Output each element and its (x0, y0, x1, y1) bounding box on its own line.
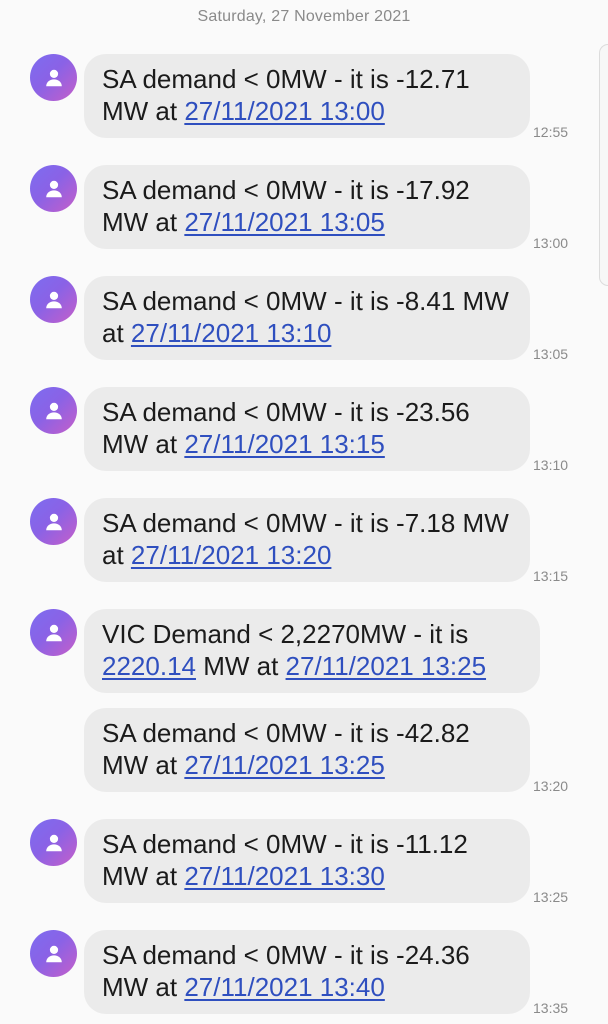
message-bubble[interactable]: VIC Demand < 2,2270MW - it is 2220.14 MW… (84, 609, 540, 693)
datetime-link[interactable]: 27/11/2021 13:30 (184, 861, 384, 891)
message-time: 13:00 (533, 235, 569, 251)
person-icon (45, 834, 62, 851)
message-time: 13:15 (533, 568, 569, 584)
message-bubble[interactable]: SA demand < 0MW - it is -7.18 MW at 27/1… (84, 498, 530, 582)
message-bubble[interactable]: SA demand < 0MW - it is -8.41 MW at 27/1… (84, 276, 530, 360)
person-icon (45, 624, 62, 641)
person-icon (45, 180, 62, 197)
message-bubble[interactable]: SA demand < 0MW - it is -12.71 MW at 27/… (84, 54, 530, 138)
message-row: SA demand < 0MW - it is -24.36 MW at 27/… (0, 930, 608, 1016)
contact-avatar[interactable] (30, 819, 77, 866)
contact-avatar[interactable] (30, 930, 77, 977)
message-text: VIC Demand < 2,2270MW - it is (102, 619, 469, 649)
message-row: SA demand < 0MW - it is -12.71 MW at 27/… (0, 54, 608, 140)
message-row: SA demand < 0MW - it is -7.18 MW at 27/1… (0, 498, 608, 584)
message-bubble[interactable]: SA demand < 0MW - it is -23.56 MW at 27/… (84, 387, 530, 471)
message-time: 13:20 (533, 778, 569, 794)
message-time: 12:55 (533, 124, 569, 140)
message-bubble[interactable]: SA demand < 0MW - it is -24.36 MW at 27/… (84, 930, 530, 1014)
message-list: SA demand < 0MW - it is -12.71 MW at 27/… (0, 54, 608, 1024)
contact-avatar[interactable] (30, 387, 77, 434)
message-row: SA demand < 0MW - it is -23.56 MW at 27/… (0, 387, 608, 473)
contact-avatar[interactable] (30, 609, 77, 656)
person-icon (45, 402, 62, 419)
message-row: SA demand < 0MW - it is -8.41 MW at 27/1… (0, 276, 608, 362)
message-bubble[interactable]: SA demand < 0MW - it is -11.12 MW at 27/… (84, 819, 530, 903)
person-icon (45, 291, 62, 308)
messages-screen: Saturday, 27 November 2021 SA demand < 0… (0, 0, 608, 1024)
datetime-link[interactable]: 27/11/2021 13:05 (184, 207, 384, 237)
contact-avatar[interactable] (30, 498, 77, 545)
datetime-link[interactable]: 27/11/2021 13:00 (184, 96, 384, 126)
datetime-link[interactable]: 27/11/2021 13:25 (184, 750, 384, 780)
phone-number-link[interactable]: 2220.14 (102, 651, 196, 681)
message-row: SA demand < 0MW - it is -11.12 MW at 27/… (0, 819, 608, 905)
datetime-link[interactable]: 27/11/2021 13:20 (131, 540, 331, 570)
message-time: 13:05 (533, 346, 569, 362)
contact-avatar[interactable] (30, 165, 77, 212)
message-bubble[interactable]: SA demand < 0MW - it is -17.92 MW at 27/… (84, 165, 530, 249)
message-text: MW at (195, 651, 286, 681)
date-header: Saturday, 27 November 2021 (197, 8, 411, 25)
person-icon (45, 69, 62, 86)
message-bubble[interactable]: SA demand < 0MW - it is -42.82 MW at 27/… (84, 708, 530, 792)
message-time: 13:10 (533, 457, 569, 473)
person-icon (45, 513, 62, 530)
datetime-link[interactable]: 27/11/2021 13:15 (184, 429, 384, 459)
contact-avatar[interactable] (30, 54, 77, 101)
datetime-link[interactable]: 27/11/2021 13:10 (131, 318, 331, 348)
message-row: SA demand < 0MW - it is -42.82 MW at 27/… (0, 708, 608, 794)
person-icon (45, 945, 62, 962)
message-time: 13:25 (533, 889, 569, 905)
message-row: SA demand < 0MW - it is -17.92 MW at 27/… (0, 165, 608, 251)
datetime-link[interactable]: 27/11/2021 13:25 (286, 651, 486, 681)
message-time: 13:35 (533, 1000, 569, 1016)
contact-avatar[interactable] (30, 276, 77, 323)
message-row: VIC Demand < 2,2270MW - it is 2220.14 MW… (0, 609, 608, 693)
datetime-link[interactable]: 27/11/2021 13:40 (184, 972, 384, 1002)
